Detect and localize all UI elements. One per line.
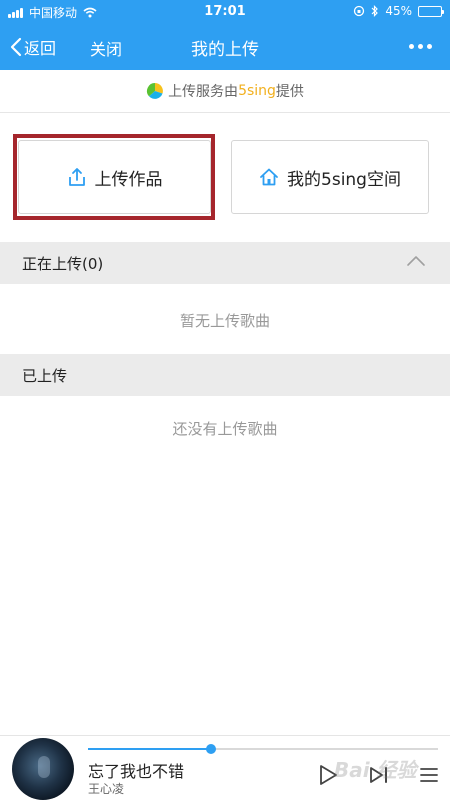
close-button[interactable]: 关闭 — [90, 36, 122, 60]
more-icon[interactable] — [409, 44, 432, 49]
provider-text-after: 提供 — [275, 84, 304, 100]
progress-fill — [88, 748, 211, 750]
playback-progress-bar[interactable] — [88, 744, 438, 754]
upload-icon — [68, 168, 85, 186]
back-label: 返回 — [24, 39, 57, 58]
uploading-section-title: 正在上传(0) — [22, 254, 104, 273]
uploaded-empty-message: 还没有上传歌曲 — [172, 420, 278, 438]
chevron-left-icon — [10, 37, 22, 57]
provider-bar: 上传服务由 5sing 提供 — [0, 70, 450, 113]
song-artist: 王心凌 — [88, 782, 125, 796]
provider-brand: 5sing — [238, 83, 276, 99]
my-5sing-space-button[interactable]: 我的5sing空间 — [231, 140, 429, 214]
chevron-up-icon[interactable] — [406, 255, 426, 267]
home-icon — [260, 168, 278, 186]
action-row: 上传作品 我的5sing空间 — [13, 134, 430, 220]
mini-player: 忘了我也不错 王心凌 — [0, 735, 450, 800]
upload-work-label: 上传作品 — [94, 169, 163, 190]
provider-text-before: 上传服务由 — [168, 84, 239, 100]
my-5sing-space-label: 我的5sing空间 — [287, 169, 401, 190]
battery-percent: 45% — [385, 4, 412, 18]
5sing-logo-icon — [147, 83, 163, 99]
progress-knob[interactable] — [205, 744, 216, 754]
battery-icon — [418, 5, 444, 17]
uploaded-section-title: 已上传 — [22, 366, 68, 385]
play-icon[interactable] — [318, 764, 338, 786]
uploading-empty-message: 暂无上传歌曲 — [179, 312, 270, 330]
bluetooth-icon — [371, 5, 379, 17]
song-title: 忘了我也不错 — [88, 762, 185, 781]
upload-work-button[interactable]: 上传作品 — [18, 140, 211, 214]
back-button[interactable]: 返回 — [10, 35, 56, 59]
next-track-icon[interactable] — [369, 766, 389, 784]
uploading-section-header[interactable]: 正在上传(0) — [0, 242, 450, 284]
status-bar: 中国移动 17:01 45% — [0, 0, 450, 24]
status-right: 45% — [353, 4, 444, 18]
page-title: 我的上传 — [191, 40, 259, 60]
playlist-icon[interactable] — [420, 767, 438, 783]
uploaded-section-header: 已上传 — [0, 354, 450, 396]
nav-bar: 返回 关闭 我的上传 — [0, 24, 450, 70]
album-cover[interactable] — [12, 738, 74, 800]
orientation-lock-icon — [354, 5, 365, 17]
